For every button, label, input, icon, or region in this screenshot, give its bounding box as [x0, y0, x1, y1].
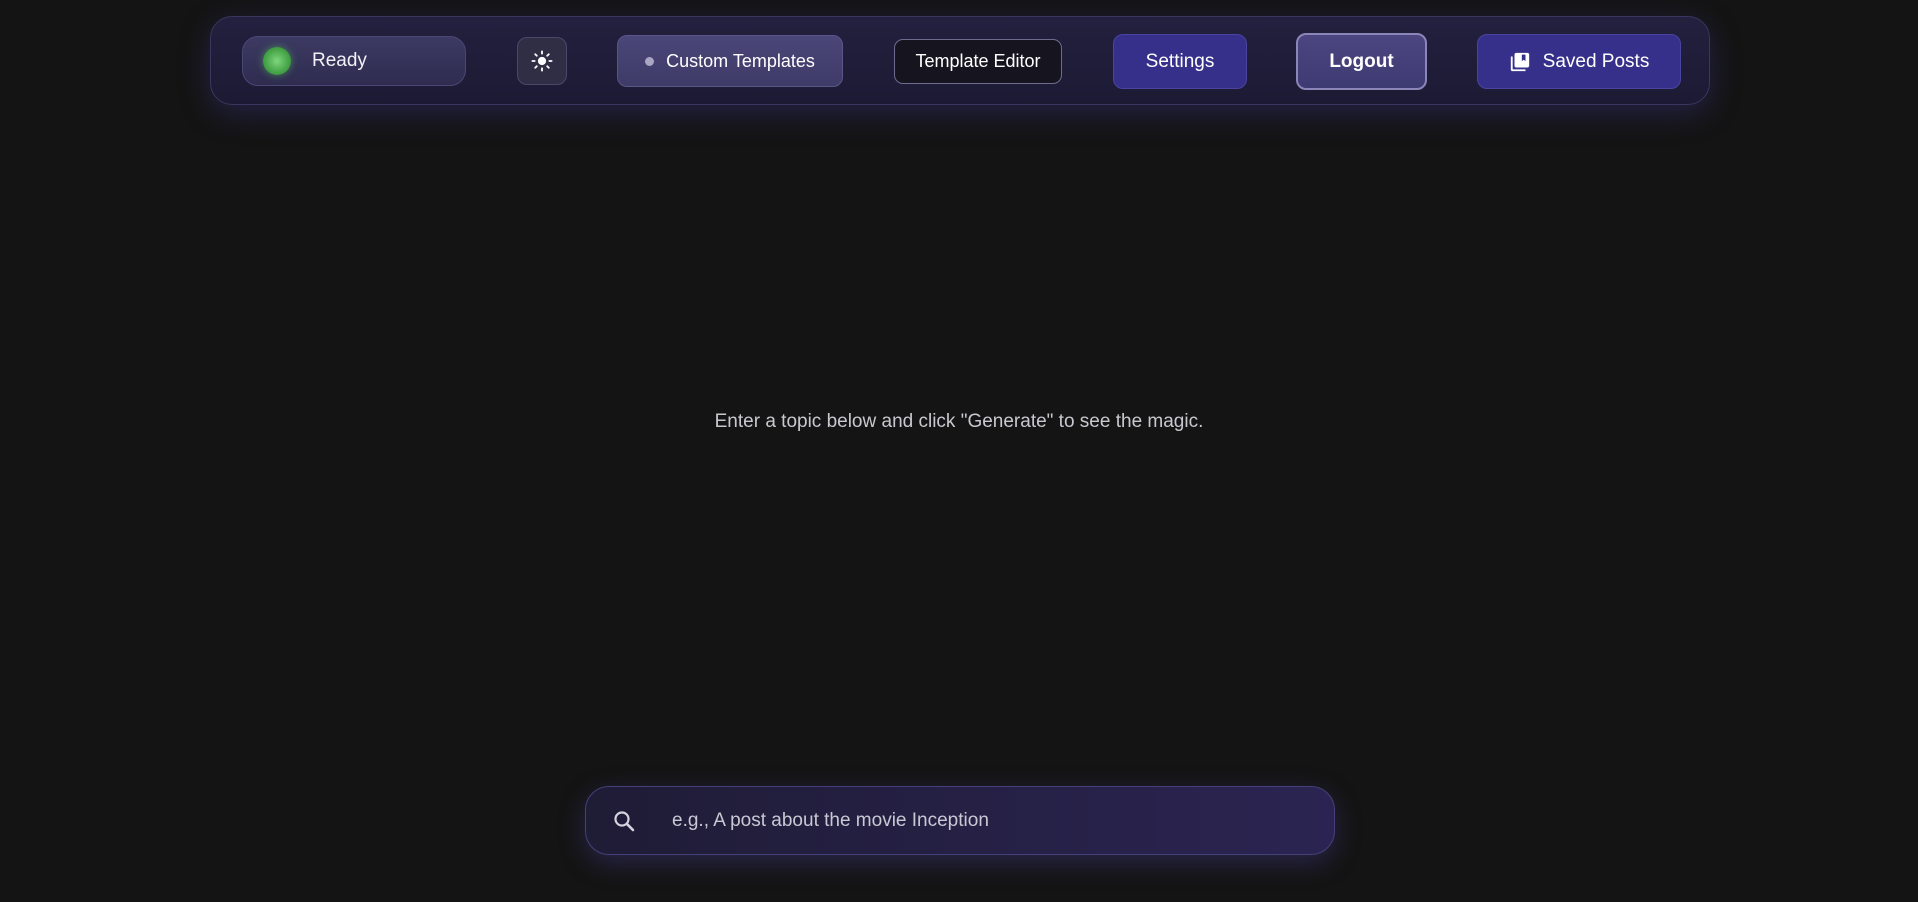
dot-icon: [645, 56, 655, 66]
status-dot-icon: [263, 47, 291, 75]
template-editor-button[interactable]: Template Editor: [894, 39, 1062, 84]
topic-search-bar[interactable]: [585, 786, 1335, 855]
saved-posts-button[interactable]: Saved Posts: [1477, 34, 1681, 89]
custom-templates-label: Custom Templates: [666, 50, 815, 71]
status-indicator: Ready: [242, 36, 466, 86]
theme-toggle-button[interactable]: [517, 37, 567, 85]
logout-label: Logout: [1329, 50, 1394, 72]
sun-icon: [531, 50, 553, 72]
library-icon: [1509, 51, 1531, 73]
logout-button[interactable]: Logout: [1296, 33, 1427, 90]
custom-templates-button[interactable]: Custom Templates: [617, 35, 843, 87]
empty-state-hint: Enter a topic below and click "Generate"…: [714, 411, 1204, 432]
topic-input[interactable]: [670, 800, 1290, 841]
status-label: Ready: [312, 50, 367, 71]
top-navigation-bar: Ready Custom Templates Template Editor S…: [210, 16, 1710, 105]
settings-button[interactable]: Settings: [1113, 34, 1247, 89]
settings-label: Settings: [1145, 50, 1215, 72]
saved-posts-label: Saved Posts: [1542, 50, 1650, 72]
template-editor-label: Template Editor: [915, 51, 1041, 71]
search-icon: [610, 807, 638, 835]
